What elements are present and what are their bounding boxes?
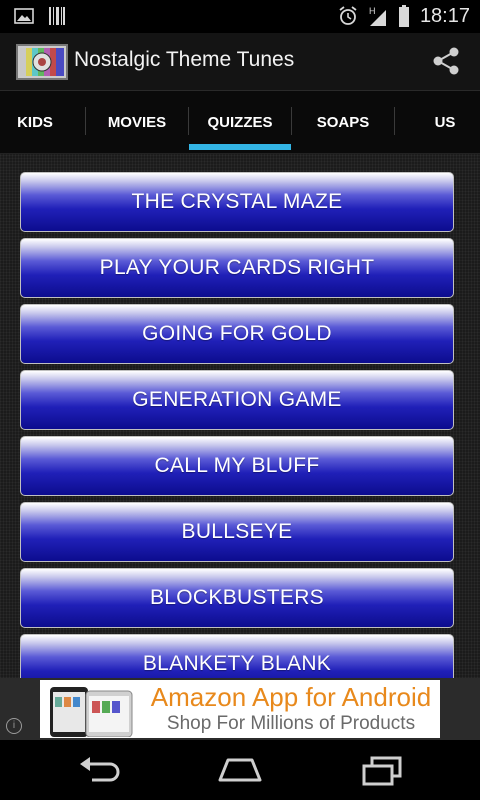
tab-movies[interactable]: MOVIES	[86, 91, 188, 153]
tab-kids[interactable]: KIDS	[0, 91, 70, 153]
theme-button[interactable]: PLAY YOUR CARDS RIGHT	[20, 238, 454, 298]
home-icon[interactable]	[216, 754, 264, 786]
ad-subline[interactable]: Shop For Millions of Products	[150, 713, 432, 735]
theme-button[interactable]: BLOCKBUSTERS	[20, 568, 454, 628]
theme-button[interactable]: GENERATION GAME	[20, 370, 454, 430]
selected-tab-indicator	[189, 144, 291, 150]
theme-button[interactable]: GOING FOR GOLD	[20, 304, 454, 364]
image-notification-icon	[14, 8, 34, 24]
clock: 18:17	[419, 4, 470, 27]
signal-h-icon: H	[369, 6, 386, 26]
recent-apps-icon[interactable]	[358, 754, 406, 786]
theme-list[interactable]: THE CRYSTAL MAZE PLAY YOUR CARDS RIGHT G…	[0, 154, 480, 678]
theme-button[interactable]: BULLSEYE	[20, 502, 454, 562]
app-title: Nostalgic Theme Tunes	[74, 48, 295, 71]
theme-button[interactable]: CALL MY BLUFF	[20, 436, 454, 496]
battery-icon	[398, 5, 409, 27]
barcode-notification-icon	[49, 7, 65, 25]
theme-button[interactable]: BLANKETY BLANK	[20, 634, 454, 678]
phone-ad-icon	[50, 687, 133, 737]
theme-button[interactable]: THE CRYSTAL MAZE	[20, 172, 454, 232]
ad-info-icon[interactable]: i	[6, 718, 22, 734]
tab-divider	[394, 107, 395, 135]
app-logo-icon[interactable]	[16, 44, 68, 80]
tab-soaps[interactable]: SOAPS	[292, 91, 394, 153]
status-bar: H 18:17	[0, 0, 480, 33]
share-icon[interactable]	[430, 45, 462, 77]
alarm-icon	[339, 6, 357, 25]
back-icon[interactable]	[76, 754, 124, 786]
ad-headline[interactable]: Amazon App for Android	[150, 682, 432, 713]
svg-text:H: H	[369, 6, 376, 16]
tab-us[interactable]: US	[410, 91, 480, 153]
